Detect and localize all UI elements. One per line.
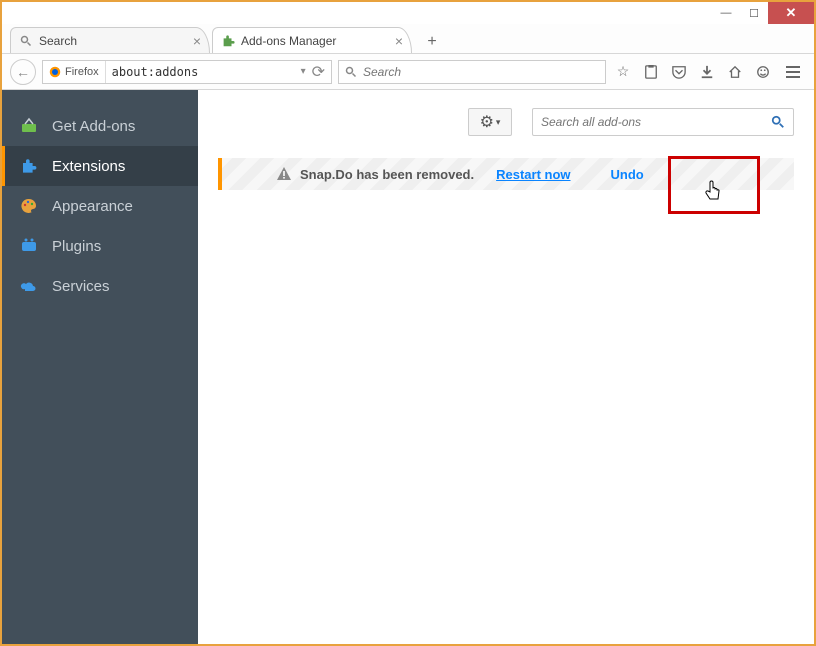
addon-search-input[interactable] [541,115,771,129]
dropdown-icon[interactable]: ▾ [301,66,306,77]
removal-notification: Snap.Do has been removed. Restart now Un… [218,158,794,190]
close-icon: ✕ [786,5,797,21]
window-titlebar: — ☐ ✕ [2,2,814,24]
downloads-button[interactable] [696,61,718,83]
basket-icon [20,117,38,135]
puzzle-icon [20,157,38,175]
tab-close-icon[interactable]: × [395,33,403,49]
feedback-button[interactable] [752,61,774,83]
minimize-button[interactable]: — [712,2,740,24]
tab-label: Add-ons Manager [241,34,336,48]
gear-icon: ⚙ [480,112,494,132]
identity-label: Firefox [65,66,99,78]
hamburger-line [786,71,800,73]
sidebar-item-services[interactable]: Services [2,266,198,306]
tab-strip: Search × Add-ons Manager × + [2,24,814,54]
hamburger-line [786,66,800,68]
tab-search[interactable]: Search × [10,27,210,53]
sidebar-item-label: Services [52,278,110,295]
sidebar-item-label: Extensions [52,158,125,175]
sidebar-item-label: Plugins [52,238,101,255]
addons-main-panel: ⚙ ▾ Snap.Do has been removed. Restart no… [198,90,814,644]
tab-close-icon[interactable]: × [193,33,201,49]
minimize-icon: — [721,7,732,19]
close-button[interactable]: ✕ [768,2,814,24]
addons-top-row: ⚙ ▾ [218,108,794,136]
new-tab-button[interactable]: + [420,31,444,53]
sidebar-item-label: Get Add-ons [52,118,135,135]
restart-now-link[interactable]: Restart now [496,167,570,182]
url-text: about:addons [106,65,295,79]
star-icon: ☆ [617,63,630,80]
plus-icon: + [427,33,436,51]
reload-icon[interactable]: ⟳ [312,62,325,82]
hamburger-line [786,76,800,78]
caret-down-icon: ▾ [496,117,501,128]
clipboard-icon [644,65,658,79]
cloud-icon [20,277,38,295]
sidebar-item-plugins[interactable]: Plugins [2,226,198,266]
download-icon [700,65,714,79]
sidebar-item-get-addons[interactable]: Get Add-ons [2,106,198,146]
search-input[interactable] [363,65,599,79]
sidebar-item-label: Appearance [52,198,133,215]
menu-button[interactable] [780,59,806,85]
sidebar-item-extensions[interactable]: Extensions [2,146,198,186]
search-icon[interactable] [771,115,785,129]
smile-icon [756,65,770,79]
search-icon [19,34,33,48]
addons-sidebar: Get Add-ons Extensions Appearance Plugin… [2,90,198,644]
search-icon [345,66,357,78]
firefox-icon [49,66,61,78]
palette-icon [20,197,38,215]
search-bar[interactable] [338,60,606,84]
back-button[interactable]: ← [10,59,36,85]
tab-addons-manager[interactable]: Add-ons Manager × [212,27,412,53]
content-area: Get Add-ons Extensions Appearance Plugin… [2,90,814,644]
pocket-button[interactable] [668,61,690,83]
bookmark-star-button[interactable]: ☆ [612,61,634,83]
home-button[interactable] [724,61,746,83]
pocket-icon [672,65,686,79]
addon-search-box[interactable] [532,108,794,136]
tools-menu-button[interactable]: ⚙ ▾ [468,108,512,136]
identity-box[interactable]: Firefox [43,61,106,83]
puzzle-icon [221,34,235,48]
notification-message: Snap.Do has been removed. [300,167,474,182]
sidebar-item-appearance[interactable]: Appearance [2,186,198,226]
brick-icon [20,237,38,255]
warning-icon [276,166,292,182]
url-bar[interactable]: Firefox about:addons ▾ ⟳ [42,60,332,84]
home-icon [728,65,742,79]
tab-label: Search [39,34,77,48]
navigation-toolbar: ← Firefox about:addons ▾ ⟳ ☆ [2,54,814,90]
library-button[interactable] [640,61,662,83]
back-arrow-icon: ← [16,64,30,80]
maximize-icon: ☐ [749,7,759,20]
maximize-button[interactable]: ☐ [740,2,768,24]
undo-link[interactable]: Undo [611,167,644,182]
